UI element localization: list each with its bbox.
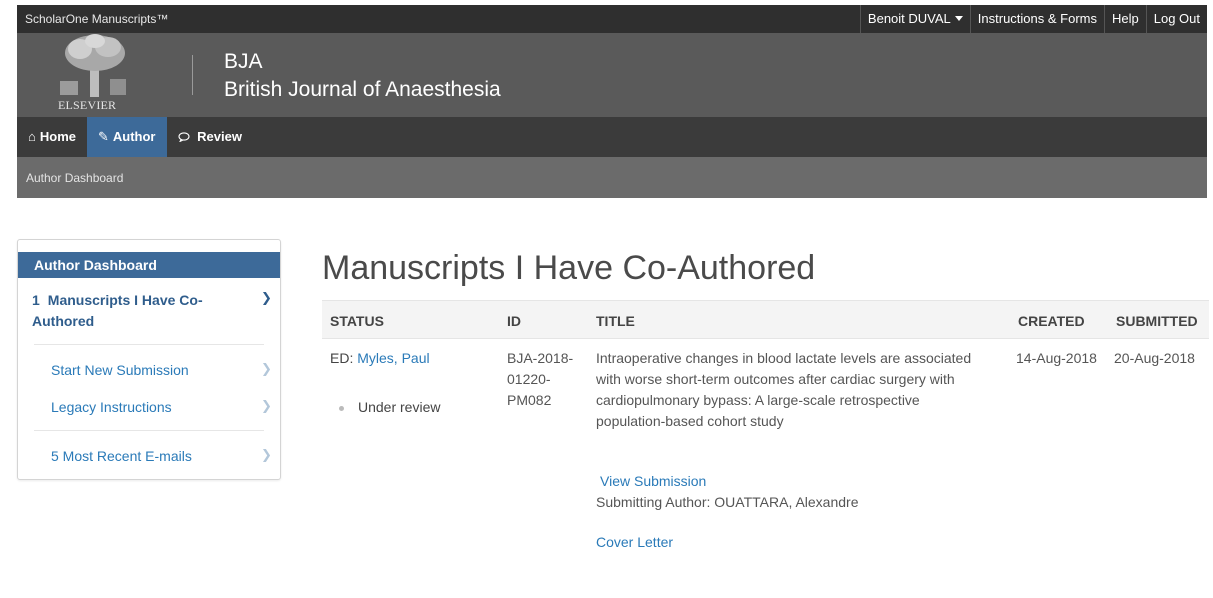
- manuscript-title: Intraoperative changes in blood lactate …: [596, 348, 1006, 432]
- status-text: Under review: [358, 399, 441, 415]
- title-line: Intraoperative changes in blood lactate …: [596, 350, 972, 366]
- sidebar-item-legacy-instructions[interactable]: Legacy Instructions: [51, 399, 172, 415]
- main-nav: ⌂ Home ✎ Author Review: [17, 117, 1207, 157]
- tab-author[interactable]: ✎ Author: [86, 117, 167, 157]
- title-line: cardiopulmonary bypass: A large-scale re…: [596, 392, 920, 408]
- top-bar: ScholarOne Manuscripts™ Benoit DUVAL Ins…: [17, 5, 1207, 33]
- divider: [34, 430, 264, 431]
- id-line: BJA-2018-: [507, 350, 574, 366]
- tab-home[interactable]: ⌂ Home: [17, 117, 87, 157]
- table-header: STATUS ID TITLE CREATED SUBMITTED: [322, 300, 1209, 339]
- submitting-author: Submitting Author: OUATTARA, Alexandre: [596, 494, 859, 510]
- column-title: TITLE: [596, 313, 635, 329]
- caret-down-icon: [954, 16, 963, 21]
- tab-review[interactable]: Review: [167, 117, 253, 157]
- scholarone-brand: ScholarOne Manuscripts™: [25, 12, 169, 26]
- cover-letter-link[interactable]: Cover Letter: [596, 532, 673, 553]
- title-line: with worse short-term outcomes after car…: [596, 371, 955, 387]
- editor-link[interactable]: Myles, Paul: [357, 350, 429, 366]
- help-link[interactable]: Help: [1103, 5, 1146, 33]
- sidebar-item-recent-emails[interactable]: 5 Most Recent E-mails: [51, 448, 192, 464]
- status-bullet-icon: [339, 406, 344, 411]
- chevron-right-icon: ❯: [261, 290, 272, 305]
- user-name: Benoit DUVAL: [867, 11, 951, 26]
- editor-prefix: ED:: [330, 350, 354, 366]
- title-line: population-based cohort study: [596, 413, 784, 429]
- instructions-forms-link[interactable]: Instructions & Forms: [969, 5, 1104, 33]
- column-submitted: SUBMITTED: [1116, 313, 1198, 329]
- created-date: 14-Aug-2018: [1016, 350, 1097, 366]
- sidebar-item-label: Manuscripts I Have Co-Authored: [32, 292, 203, 329]
- elsevier-tree-icon: [60, 34, 126, 97]
- journal-full-title: British Journal of Anaesthesia: [224, 78, 501, 101]
- id-line: 01220-: [507, 371, 551, 387]
- tab-home-label: Home: [39, 129, 76, 144]
- journal-short-title: BJA: [224, 50, 263, 73]
- view-submission-link[interactable]: View Submission: [600, 471, 706, 492]
- speech-bubble-icon: [177, 129, 194, 144]
- pencil-icon: ✎: [97, 129, 109, 144]
- manuscript-id: BJA-2018- 01220- PM082: [507, 348, 573, 411]
- author-dashboard-panel: Author Dashboard 1 Manuscripts I Have Co-…: [17, 239, 281, 480]
- journal-header: ELSEVIER BJA British Journal of Anaesthe…: [17, 33, 1207, 117]
- column-id: ID: [507, 313, 521, 329]
- chevron-right-icon: ❯: [261, 398, 272, 413]
- elsevier-logo: ELSEVIER: [50, 33, 142, 113]
- user-menu-button[interactable]: Benoit DUVAL: [859, 5, 970, 33]
- column-created: CREATED: [1018, 313, 1085, 329]
- chevron-right-icon: ❯: [261, 361, 272, 376]
- home-icon: ⌂: [28, 129, 36, 144]
- breadcrumb: Author Dashboard: [17, 157, 1207, 198]
- submitted-date: 20-Aug-2018: [1114, 350, 1195, 366]
- chevron-right-icon: ❯: [261, 447, 272, 462]
- tab-author-label: Author: [112, 129, 156, 144]
- editor-cell: ED: Myles, Paul: [330, 348, 430, 369]
- column-status: STATUS: [330, 313, 384, 329]
- breadcrumb-item[interactable]: Author Dashboard: [26, 171, 123, 185]
- top-links: Benoit DUVAL Instructions & Forms Help L…: [859, 5, 1207, 33]
- logout-link[interactable]: Log Out: [1145, 5, 1207, 33]
- sidebar-item-start-new-submission[interactable]: Start New Submission: [51, 362, 189, 378]
- elsevier-wordmark: ELSEVIER: [58, 98, 117, 112]
- header-divider: [192, 55, 193, 95]
- sidebar-item-count: 1: [32, 292, 40, 308]
- panel-heading: Author Dashboard: [18, 252, 280, 278]
- page-title: Manuscripts I Have Co-Authored: [322, 249, 816, 287]
- id-line: PM082: [507, 392, 552, 408]
- sidebar-item-co-authored[interactable]: 1 Manuscripts I Have Co-Authored: [32, 290, 252, 332]
- divider: [34, 344, 264, 345]
- tab-review-label: Review: [197, 129, 242, 144]
